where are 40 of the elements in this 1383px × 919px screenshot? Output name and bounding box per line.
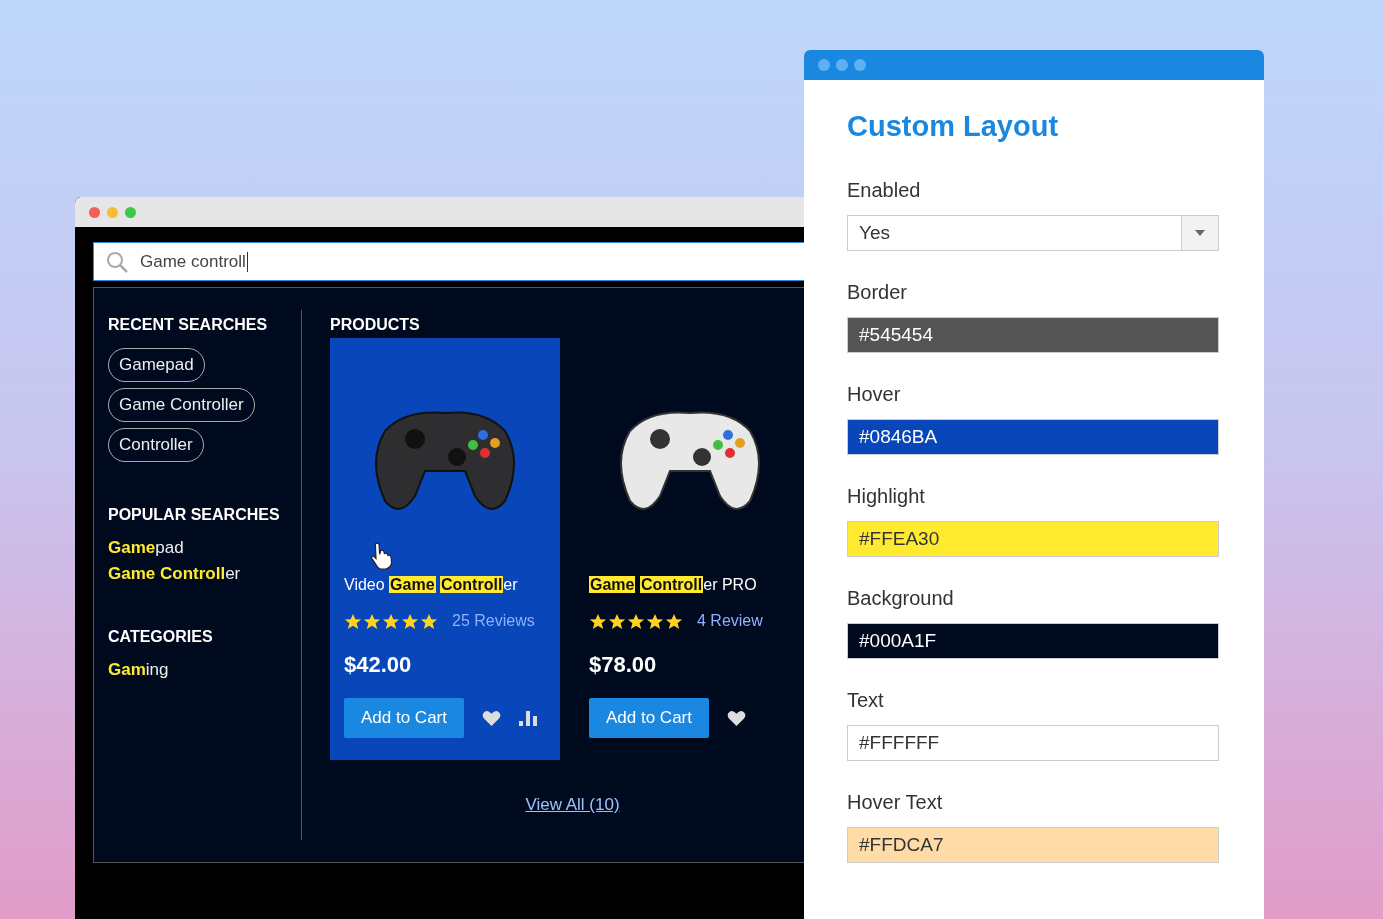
panel-title: Custom Layout <box>847 110 1060 143</box>
search-field[interactable]: Game controll <box>93 242 805 281</box>
field-label: Border <box>847 281 909 304</box>
add-to-cart-button[interactable]: Add to Cart <box>589 698 709 738</box>
color-field[interactable]: #FFDCA7 <box>847 827 1219 863</box>
heart-icon[interactable] <box>727 709 746 727</box>
color-field[interactable]: #FFFFFF <box>847 725 1219 761</box>
product-card[interactable]: Video Game Controller 25 Reviews $42.00 Add to Cart <box>330 338 560 760</box>
field-label: Text <box>847 689 885 712</box>
section-heading: RECENT SEARCHES <box>108 316 269 334</box>
view-all-link[interactable]: View All (10) <box>525 795 620 814</box>
review-count[interactable]: 25 Reviews <box>452 612 535 630</box>
caret-icon <box>1195 230 1205 236</box>
select-field[interactable]: Yes <box>847 215 1219 251</box>
field-label: Enabled <box>847 179 922 202</box>
section-heading: POPULAR SEARCHES <box>108 506 281 524</box>
color-field[interactable]: #000A1F <box>847 623 1219 659</box>
product-name[interactable]: Video Game Controller <box>344 576 546 594</box>
hand-cursor-icon <box>370 542 394 570</box>
field-label: Background <box>847 587 955 610</box>
color-field[interactable]: #FFEA30 <box>847 521 1219 557</box>
color-field[interactable]: #0846BA <box>847 419 1219 455</box>
popular-search-link[interactable]: Game Controller <box>108 564 301 584</box>
field-label: Highlight <box>847 485 926 508</box>
heart-icon[interactable] <box>482 709 501 727</box>
add-to-cart-button[interactable]: Add to Cart <box>344 698 464 738</box>
product-price: $42.00 <box>344 652 413 678</box>
search-icon <box>106 250 128 273</box>
product-name[interactable]: Game Controller PRO <box>589 576 791 594</box>
bar-chart-icon[interactable] <box>519 710 539 726</box>
product-price: $78.00 <box>589 652 658 678</box>
field-label: Hover Text <box>847 791 944 814</box>
section-heading: PRODUCTS <box>330 316 421 334</box>
review-count[interactable]: 4 Review <box>697 612 763 630</box>
field-label: Hover <box>847 383 902 406</box>
product-card[interactable]: Game Controller PRO 4 Review $78.00 Add to Cart <box>575 338 805 760</box>
section-heading: CATEGORIES <box>108 628 214 646</box>
category-link[interactable]: Gaming <box>108 660 301 680</box>
popular-search-link[interactable]: Gamepad <box>108 538 301 558</box>
color-field[interactable]: #545454 <box>847 317 1219 353</box>
